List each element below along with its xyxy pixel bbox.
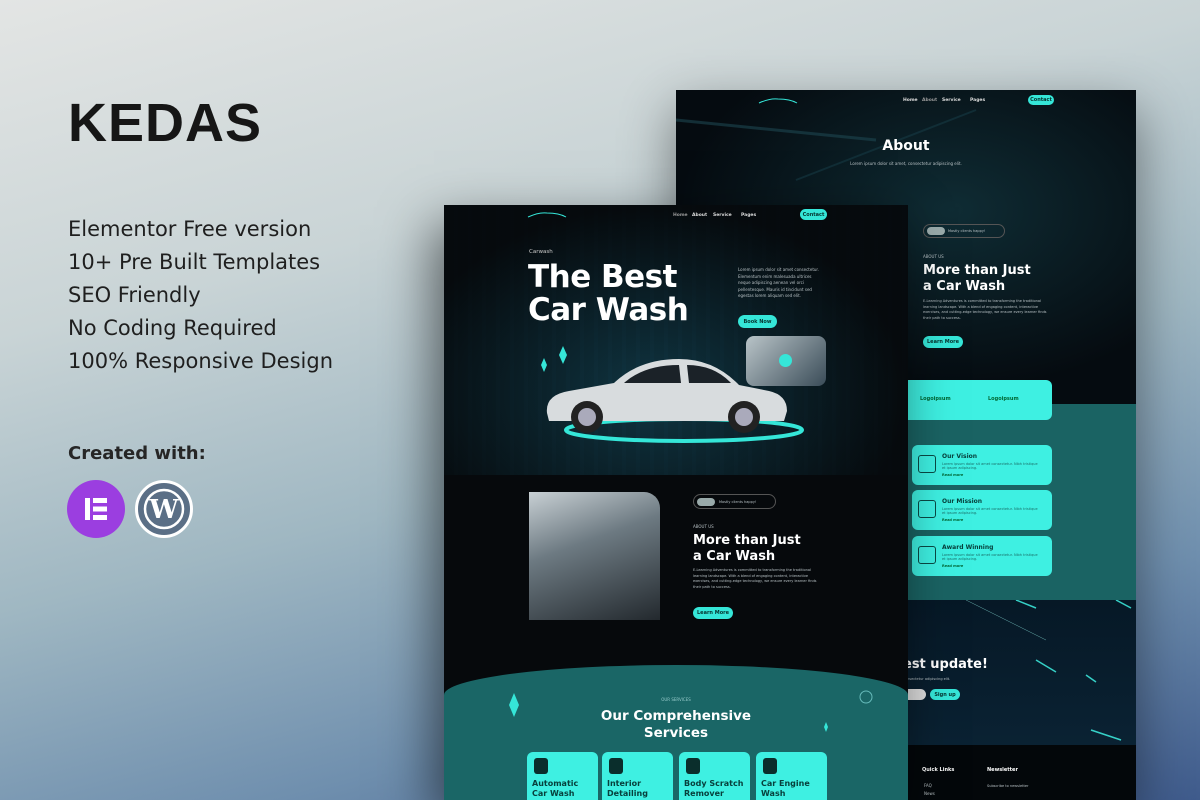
- read-more-link[interactable]: Read more: [942, 473, 963, 477]
- book-now-button[interactable]: Book Now: [738, 315, 777, 328]
- wordpress-icon: W: [135, 480, 193, 538]
- partner-logo: Logoipsum: [988, 396, 1019, 402]
- read-more-link[interactable]: Read more: [942, 518, 963, 522]
- service-label: Automatic Car Wash: [532, 779, 579, 798]
- mission-card: Our Mission Lorem ipsum dolor sit amet co…: [912, 490, 1052, 530]
- nav-about[interactable]: About: [692, 213, 707, 218]
- service-card[interactable]: Interior Detailing: [602, 752, 673, 800]
- feature-item: SEO Friendly: [68, 283, 201, 307]
- services-heading: Our Comprehensive Services: [600, 708, 752, 741]
- happy-clients-badge: Mostly clients happy!: [923, 224, 1005, 238]
- scratch-icon: [686, 758, 700, 774]
- card-text: Lorem ipsum dolor sit amet consectetur. …: [942, 462, 1038, 470]
- service-label: Interior Detailing: [607, 779, 648, 798]
- nav-pages[interactable]: Pages: [970, 98, 985, 103]
- hero-title: The Best Car Wash: [528, 259, 689, 328]
- award-icon: [918, 546, 936, 564]
- vision-card: Our Vision Lorem ipsum dolor sit amet con…: [912, 445, 1052, 485]
- feature-item: 100% Responsive Design: [68, 349, 334, 373]
- car-wash-photo: [529, 492, 660, 620]
- video-thumbnail[interactable]: [746, 336, 826, 386]
- services-eyebrow: OUR SERVICES: [661, 697, 691, 702]
- logo-icon: [527, 212, 567, 218]
- hero-text: Lorem ipsum dolor sit amet consectetur. …: [738, 267, 819, 298]
- home-page-mockup: Home About Service Pages Contact Carwash…: [444, 205, 908, 800]
- service-card[interactable]: Car Engine Wash: [756, 752, 827, 800]
- logo-strip: Logoipsum Logoipsum: [898, 380, 1052, 420]
- created-with-label: Created with:: [68, 443, 206, 464]
- nav-home[interactable]: Home: [673, 213, 688, 218]
- about-heading: More than Just a Car Wash: [693, 533, 801, 564]
- engine-icon: [763, 758, 777, 774]
- brand-title: KEDAS: [68, 93, 263, 153]
- learn-more-button[interactable]: Learn More: [923, 336, 963, 348]
- card-title: Our Mission: [942, 498, 983, 505]
- learn-more-button[interactable]: Learn More: [693, 607, 733, 619]
- contact-button[interactable]: Contact: [800, 209, 827, 220]
- newsletter-heading: est update!: [903, 657, 988, 672]
- sign-up-button[interactable]: Sign up: [930, 689, 960, 700]
- feature-item: Elementor Free version: [68, 217, 312, 241]
- card-text: Lorem ipsum dolor sit amet consectetur. …: [942, 553, 1038, 561]
- nav-service[interactable]: Service: [942, 98, 961, 103]
- bottle-icon: [918, 500, 936, 518]
- card-text: Lorem ipsum dolor sit amet consectetur. …: [942, 507, 1038, 515]
- eyebrow: ABOUT US: [693, 524, 714, 529]
- contact-button[interactable]: Contact: [1028, 95, 1054, 105]
- interior-icon: [609, 758, 623, 774]
- page-title: About: [882, 138, 930, 154]
- car-check-icon: [918, 455, 936, 473]
- about-heading: More than Just a Car Wash: [923, 263, 1031, 294]
- elementor-icon: [67, 480, 125, 538]
- car-wash-icon: [534, 758, 548, 774]
- award-card: Award Winning Lorem ipsum dolor sit amet …: [912, 536, 1052, 576]
- about-paragraph: E-Learning Adventures is committed to tr…: [923, 299, 1047, 320]
- eyebrow: ABOUT US: [923, 254, 944, 259]
- read-more-link[interactable]: Read more: [942, 564, 963, 568]
- service-label: Car Engine Wash: [761, 779, 810, 798]
- feature-item: 10+ Pre Built Templates: [68, 250, 321, 274]
- svg-text:W: W: [148, 495, 179, 525]
- nav-about[interactable]: About: [922, 98, 937, 103]
- logo-icon: [758, 98, 798, 104]
- card-title: Award Winning: [942, 544, 994, 551]
- newsletter-subtitle: consectetur adipiscing elit.: [903, 677, 951, 681]
- hero-eyebrow: Carwash: [529, 249, 553, 255]
- service-label: Body Scratch Remover: [684, 779, 744, 798]
- feature-list: Elementor Free version 10+ Pre Built Tem…: [68, 214, 333, 379]
- page-subtitle: Lorem ipsum dolor sit amet, consectetur …: [850, 161, 962, 166]
- footer-heading: Quick Links: [922, 767, 955, 773]
- service-card[interactable]: Body Scratch Remover: [679, 752, 750, 800]
- nav-home[interactable]: Home: [903, 98, 918, 103]
- footer-link[interactable]: FAQ: [924, 783, 932, 789]
- footer-heading: Newsletter: [987, 767, 1018, 773]
- card-title: Our Vision: [942, 453, 978, 460]
- partner-logo: Logoipsum: [920, 396, 951, 402]
- about-paragraph: E-Learning Adventures is committed to tr…: [693, 568, 817, 589]
- nav-service[interactable]: Service: [713, 213, 732, 218]
- footer-text: Subscribe to newsletter: [987, 784, 1029, 788]
- feature-item: No Coding Required: [68, 316, 277, 340]
- nav-pages[interactable]: Pages: [741, 213, 756, 218]
- happy-clients-badge: Mostly clients happy!: [693, 494, 776, 509]
- footer-link[interactable]: News: [924, 791, 935, 797]
- service-card[interactable]: Automatic Car Wash: [527, 752, 598, 800]
- play-icon[interactable]: [779, 354, 792, 367]
